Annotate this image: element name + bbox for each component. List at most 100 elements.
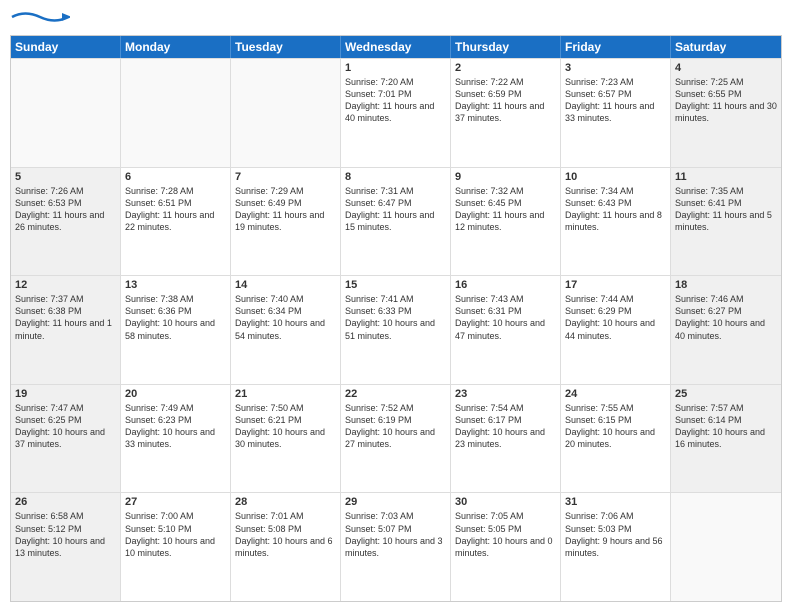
calendar-week: 19 Sunrise: 7:47 AM Sunset: 6:25 PM Dayli…	[11, 384, 781, 493]
calendar-cell: 30 Sunrise: 7:05 AM Sunset: 5:05 PM Dayli…	[451, 493, 561, 601]
weekday-header: Sunday	[11, 36, 121, 58]
day-number: 21	[235, 388, 336, 400]
cell-info: Sunrise: 7:41 AM Sunset: 6:33 PM Dayligh…	[345, 293, 446, 342]
calendar-cell: 15 Sunrise: 7:41 AM Sunset: 6:33 PM Dayli…	[341, 276, 451, 384]
calendar-header-row: SundayMondayTuesdayWednesdayThursdayFrid…	[11, 36, 781, 58]
cell-info: Sunrise: 7:43 AM Sunset: 6:31 PM Dayligh…	[455, 293, 556, 342]
cell-info: Sunrise: 7:29 AM Sunset: 6:49 PM Dayligh…	[235, 185, 336, 234]
cell-info: Sunrise: 7:55 AM Sunset: 6:15 PM Dayligh…	[565, 402, 666, 451]
calendar-cell: 21 Sunrise: 7:50 AM Sunset: 6:21 PM Dayli…	[231, 385, 341, 493]
page: SundayMondayTuesdayWednesdayThursdayFrid…	[0, 0, 792, 612]
cell-info: Sunrise: 7:26 AM Sunset: 6:53 PM Dayligh…	[15, 185, 116, 234]
calendar-cell: 11 Sunrise: 7:35 AM Sunset: 6:41 PM Dayli…	[671, 168, 781, 276]
day-number: 31	[565, 496, 666, 508]
cell-info: Sunrise: 7:38 AM Sunset: 6:36 PM Dayligh…	[125, 293, 226, 342]
weekday-header: Saturday	[671, 36, 781, 58]
day-number: 15	[345, 279, 446, 291]
cell-info: Sunrise: 7:23 AM Sunset: 6:57 PM Dayligh…	[565, 76, 666, 125]
weekday-header: Tuesday	[231, 36, 341, 58]
day-number: 19	[15, 388, 116, 400]
calendar-cell: 5 Sunrise: 7:26 AM Sunset: 6:53 PM Daylig…	[11, 168, 121, 276]
day-number: 13	[125, 279, 226, 291]
calendar-body: 1 Sunrise: 7:20 AM Sunset: 7:01 PM Daylig…	[11, 58, 781, 601]
calendar-cell: 2 Sunrise: 7:22 AM Sunset: 6:59 PM Daylig…	[451, 59, 561, 167]
cell-info: Sunrise: 7:40 AM Sunset: 6:34 PM Dayligh…	[235, 293, 336, 342]
calendar-cell: 10 Sunrise: 7:34 AM Sunset: 6:43 PM Dayli…	[561, 168, 671, 276]
day-number: 16	[455, 279, 556, 291]
calendar-cell: 16 Sunrise: 7:43 AM Sunset: 6:31 PM Dayli…	[451, 276, 561, 384]
day-number: 14	[235, 279, 336, 291]
day-number: 5	[15, 171, 116, 183]
calendar-cell: 22 Sunrise: 7:52 AM Sunset: 6:19 PM Dayli…	[341, 385, 451, 493]
day-number: 7	[235, 171, 336, 183]
cell-info: Sunrise: 7:52 AM Sunset: 6:19 PM Dayligh…	[345, 402, 446, 451]
calendar-week: 26Sunrise: 6:58 AM Sunset: 5:12 PM Dayli…	[11, 492, 781, 601]
calendar-cell: 14 Sunrise: 7:40 AM Sunset: 6:34 PM Dayli…	[231, 276, 341, 384]
calendar-cell: 31Sunrise: 7:06 AM Sunset: 5:03 PM Dayli…	[561, 493, 671, 601]
cell-info: Sunrise: 7:37 AM Sunset: 6:38 PM Dayligh…	[15, 293, 116, 342]
calendar-cell: 17 Sunrise: 7:44 AM Sunset: 6:29 PM Dayli…	[561, 276, 671, 384]
header	[10, 10, 782, 29]
cell-info: Sunrise: 7:47 AM Sunset: 6:25 PM Dayligh…	[15, 402, 116, 451]
cell-info: Sunrise: 7:01 AM Sunset: 5:08 PM Dayligh…	[235, 510, 336, 559]
calendar-cell: 13 Sunrise: 7:38 AM Sunset: 6:36 PM Dayli…	[121, 276, 231, 384]
day-number: 2	[455, 62, 556, 74]
weekday-header: Thursday	[451, 36, 561, 58]
day-number: 22	[345, 388, 446, 400]
day-number: 1	[345, 62, 446, 74]
day-number: 12	[15, 279, 116, 291]
cell-info: Sunrise: 7:34 AM Sunset: 6:43 PM Dayligh…	[565, 185, 666, 234]
calendar-cell	[11, 59, 121, 167]
cell-info: Sunrise: 7:49 AM Sunset: 6:23 PM Dayligh…	[125, 402, 226, 451]
cell-info: Sunrise: 7:20 AM Sunset: 7:01 PM Dayligh…	[345, 76, 446, 125]
day-number: 20	[125, 388, 226, 400]
day-number: 10	[565, 171, 666, 183]
day-number: 9	[455, 171, 556, 183]
day-number: 27	[125, 496, 226, 508]
calendar-cell	[121, 59, 231, 167]
day-number: 4	[675, 62, 777, 74]
calendar-cell: 12 Sunrise: 7:37 AM Sunset: 6:38 PM Dayli…	[11, 276, 121, 384]
calendar-cell: 20 Sunrise: 7:49 AM Sunset: 6:23 PM Dayli…	[121, 385, 231, 493]
day-number: 23	[455, 388, 556, 400]
calendar-cell: 6Sunrise: 7:28 AM Sunset: 6:51 PM Daylig…	[121, 168, 231, 276]
weekday-header: Monday	[121, 36, 231, 58]
calendar-cell	[231, 59, 341, 167]
cell-info: Sunrise: 7:44 AM Sunset: 6:29 PM Dayligh…	[565, 293, 666, 342]
calendar-cell: 3 Sunrise: 7:23 AM Sunset: 6:57 PM Daylig…	[561, 59, 671, 167]
day-number: 11	[675, 171, 777, 183]
logo-icon	[10, 10, 70, 24]
day-number: 29	[345, 496, 446, 508]
calendar: SundayMondayTuesdayWednesdayThursdayFrid…	[10, 35, 782, 602]
cell-info: Sunrise: 7:03 AM Sunset: 5:07 PM Dayligh…	[345, 510, 446, 559]
day-number: 25	[675, 388, 777, 400]
calendar-cell: 24 Sunrise: 7:55 AM Sunset: 6:15 PM Dayli…	[561, 385, 671, 493]
weekday-header: Wednesday	[341, 36, 451, 58]
logo	[10, 10, 70, 29]
cell-info: Sunrise: 7:00 AM Sunset: 5:10 PM Dayligh…	[125, 510, 226, 559]
calendar-cell	[671, 493, 781, 601]
cell-info: Sunrise: 7:32 AM Sunset: 6:45 PM Dayligh…	[455, 185, 556, 234]
calendar-cell: 7 Sunrise: 7:29 AM Sunset: 6:49 PM Daylig…	[231, 168, 341, 276]
cell-info: Sunrise: 7:50 AM Sunset: 6:21 PM Dayligh…	[235, 402, 336, 451]
calendar-cell: 28 Sunrise: 7:01 AM Sunset: 5:08 PM Dayli…	[231, 493, 341, 601]
weekday-header: Friday	[561, 36, 671, 58]
cell-info: Sunrise: 7:35 AM Sunset: 6:41 PM Dayligh…	[675, 185, 777, 234]
cell-info: Sunrise: 7:54 AM Sunset: 6:17 PM Dayligh…	[455, 402, 556, 451]
day-number: 17	[565, 279, 666, 291]
calendar-cell: 18 Sunrise: 7:46 AM Sunset: 6:27 PM Dayli…	[671, 276, 781, 384]
day-number: 30	[455, 496, 556, 508]
calendar-cell: 19 Sunrise: 7:47 AM Sunset: 6:25 PM Dayli…	[11, 385, 121, 493]
cell-info: Sunrise: 7:05 AM Sunset: 5:05 PM Dayligh…	[455, 510, 556, 559]
day-number: 6	[125, 171, 226, 183]
cell-info: Sunrise: 7:46 AM Sunset: 6:27 PM Dayligh…	[675, 293, 777, 342]
day-number: 24	[565, 388, 666, 400]
cell-info: Sunrise: 7:57 AM Sunset: 6:14 PM Dayligh…	[675, 402, 777, 451]
day-number: 18	[675, 279, 777, 291]
day-number: 3	[565, 62, 666, 74]
calendar-cell: 26Sunrise: 6:58 AM Sunset: 5:12 PM Dayli…	[11, 493, 121, 601]
day-number: 8	[345, 171, 446, 183]
calendar-cell: 25 Sunrise: 7:57 AM Sunset: 6:14 PM Dayli…	[671, 385, 781, 493]
cell-info: Sunrise: 7:22 AM Sunset: 6:59 PM Dayligh…	[455, 76, 556, 125]
day-number: 28	[235, 496, 336, 508]
